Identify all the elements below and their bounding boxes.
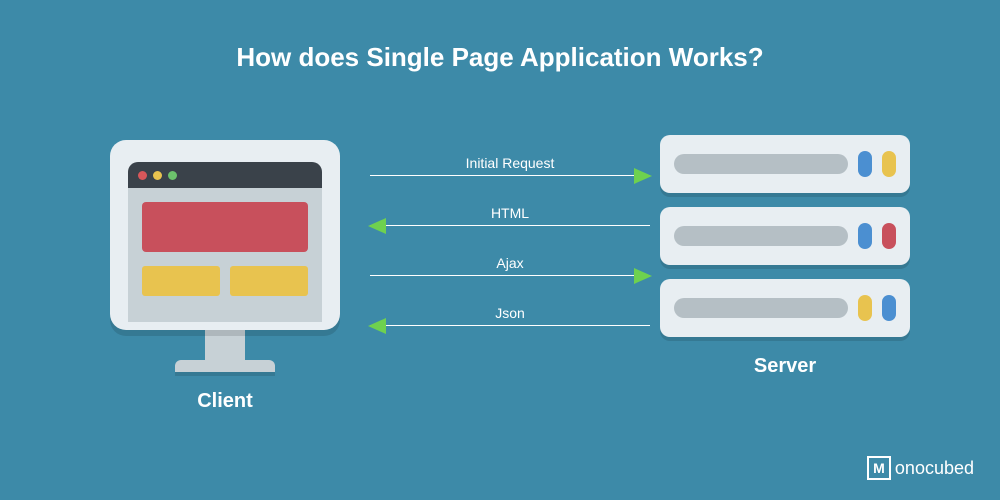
traffic-light-red-icon	[138, 171, 147, 180]
brand-logo: M onocubed	[867, 456, 974, 480]
logo-mark-icon: M	[867, 456, 891, 480]
page-title: How does Single Page Application Works?	[0, 42, 1000, 73]
server-section: Server	[660, 135, 910, 378]
traffic-light-green-icon	[168, 171, 177, 180]
led-blue-icon	[858, 223, 872, 249]
arrow-json: Json	[370, 305, 650, 355]
led-red-icon	[882, 223, 896, 249]
server-slot-icon	[674, 298, 848, 318]
flow-arrows: Initial Request HTML Ajax Json	[370, 155, 650, 355]
browser-titlebar	[128, 162, 322, 188]
led-yellow-icon	[882, 151, 896, 177]
server-label: Server	[660, 355, 910, 378]
server-rack-icon	[660, 279, 910, 337]
server-rack-icon	[660, 207, 910, 265]
arrow-right-icon	[634, 268, 652, 284]
content-column-block	[230, 266, 308, 296]
content-hero-block	[142, 202, 308, 252]
led-blue-icon	[858, 151, 872, 177]
arrow-label: Json	[370, 305, 650, 325]
server-rack-icon	[660, 135, 910, 193]
led-blue-icon	[882, 295, 896, 321]
arrow-left-icon	[368, 318, 386, 334]
arrow-ajax: Ajax	[370, 255, 650, 305]
arrow-right-icon	[634, 168, 652, 184]
monitor-stand-icon	[205, 330, 245, 360]
led-yellow-icon	[858, 295, 872, 321]
monitor-base-icon	[175, 360, 275, 372]
traffic-light-yellow-icon	[153, 171, 162, 180]
monitor-icon	[110, 140, 340, 330]
arrow-label: Initial Request	[370, 155, 650, 175]
arrow-html: HTML	[370, 205, 650, 255]
browser-content	[128, 188, 322, 296]
client-label: Client	[110, 390, 340, 413]
content-column-block	[142, 266, 220, 296]
server-slot-icon	[674, 154, 848, 174]
browser-window-icon	[128, 162, 322, 322]
arrow-label: HTML	[370, 205, 650, 225]
client-section: Client	[110, 140, 340, 413]
logo-text: onocubed	[895, 458, 974, 479]
arrow-label: Ajax	[370, 255, 650, 275]
arrow-left-icon	[368, 218, 386, 234]
server-slot-icon	[674, 226, 848, 246]
arrow-initial-request: Initial Request	[370, 155, 650, 205]
